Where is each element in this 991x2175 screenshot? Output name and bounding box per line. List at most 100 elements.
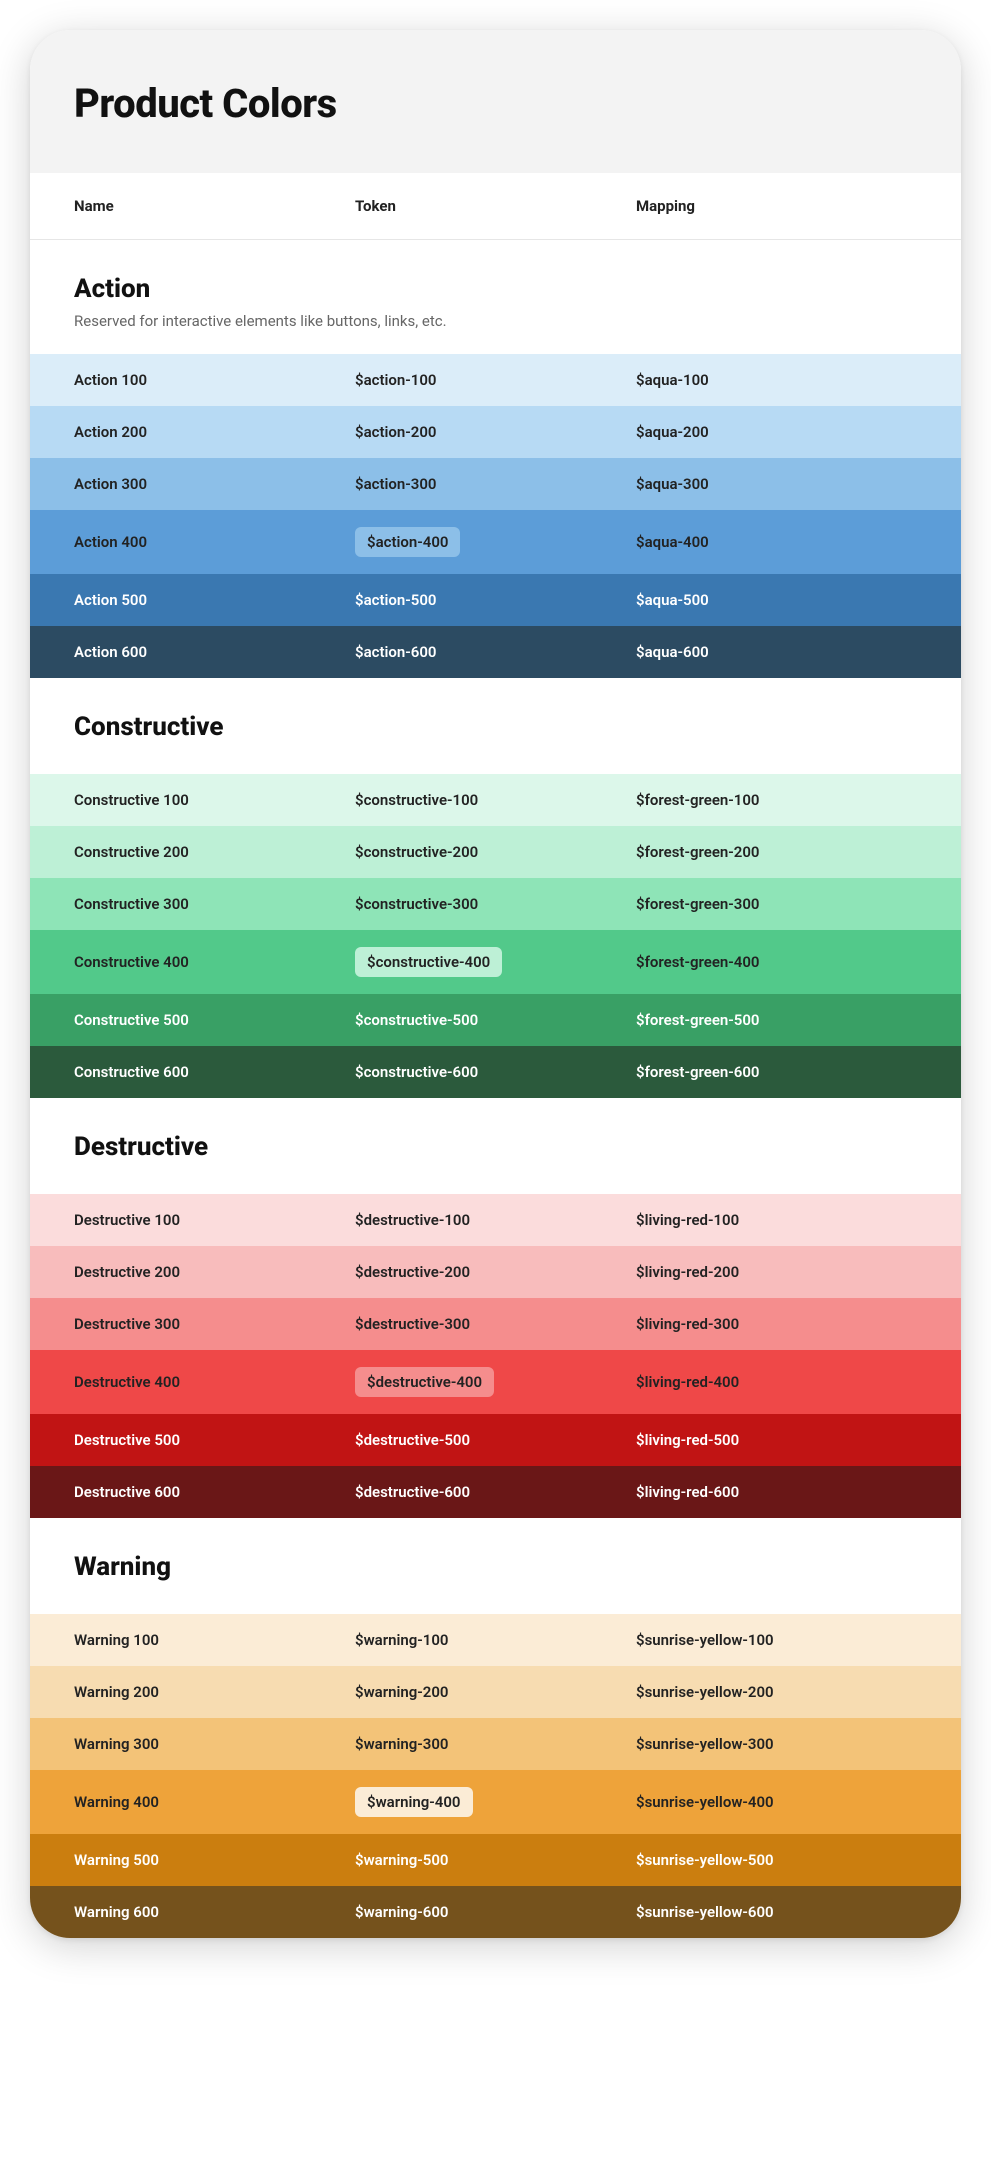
- swatch-token: $constructive-100: [355, 791, 636, 809]
- group-header: Constructive: [30, 678, 961, 774]
- color-swatch: Destructive 100$destructive-100 $living-r…: [30, 1194, 961, 1246]
- color-swatch: Warning 300$warning-300 $sunrise-yellow-3…: [30, 1718, 961, 1770]
- group-title: Action: [74, 274, 917, 304]
- group-header: Destructive: [30, 1098, 961, 1194]
- swatch-name: Warning 300: [74, 1735, 355, 1753]
- swatch-name: Action 200: [74, 423, 355, 441]
- swatch-token: $warning-500: [355, 1851, 636, 1869]
- color-swatch: Action 400$action-400 $aqua-400: [30, 510, 961, 574]
- swatch-mapping: $living-red-200: [636, 1263, 917, 1281]
- swatch-token: $action-400: [355, 527, 636, 557]
- swatch-token-text: $action-100: [355, 371, 436, 389]
- swatch-mapping: $aqua-200: [636, 423, 917, 441]
- swatch-token: $warning-300: [355, 1735, 636, 1753]
- swatch-token-text: $action-500: [355, 591, 436, 609]
- group-title: Destructive: [74, 1132, 917, 1162]
- swatch-token: $constructive-500: [355, 1011, 636, 1029]
- swatch-token-text: $destructive-100: [355, 1211, 470, 1229]
- swatch-name: Warning 600: [74, 1903, 355, 1921]
- swatch-name: Destructive 400: [74, 1373, 355, 1391]
- color-swatch: Destructive 400$destructive-400$living-r…: [30, 1350, 961, 1414]
- color-swatch: Warning 500$warning-500$sunrise-yellow-5…: [30, 1834, 961, 1886]
- swatch-mapping: $sunrise-yellow-500: [636, 1851, 917, 1869]
- color-swatch: Constructive 300$constructive-300$forest…: [30, 878, 961, 930]
- swatch-token-text: $destructive-400: [355, 1367, 494, 1397]
- swatch-token: $destructive-400: [355, 1367, 636, 1397]
- swatch-name: Action 300: [74, 475, 355, 493]
- swatch-token: $warning-100: [355, 1631, 636, 1649]
- color-group: ActionReserved for interactive elements …: [30, 240, 961, 678]
- swatch-token-text: $action-400: [355, 527, 460, 557]
- col-token: Token: [355, 197, 636, 215]
- swatch-token: $constructive-600: [355, 1063, 636, 1081]
- swatch-name: Warning 200: [74, 1683, 355, 1701]
- color-swatch: Action 200$action-200 $aqua-200: [30, 406, 961, 458]
- swatch-name: Warning 100: [74, 1631, 355, 1649]
- swatch-name: Constructive 100: [74, 791, 355, 809]
- swatch-mapping: $living-red-500: [636, 1431, 917, 1449]
- color-swatch: Destructive 500$destructive-500$living-r…: [30, 1414, 961, 1466]
- color-swatch: Constructive 400$constructive-400$forest…: [30, 930, 961, 994]
- color-swatch: Warning 200$warning-200$sunrise-yellow-2…: [30, 1666, 961, 1718]
- swatch-token: $action-100: [355, 371, 636, 389]
- color-group: Warning Warning 100$warning-100 $sunrise-y…: [30, 1518, 961, 1938]
- color-swatch: Constructive 100$constructive-100$forest…: [30, 774, 961, 826]
- color-swatch: Action 500$action-500$aqua-500: [30, 574, 961, 626]
- swatch-name: Action 400: [74, 533, 355, 551]
- swatch-token-text: $warning-600: [355, 1903, 449, 1921]
- column-headers: Name Token Mapping: [30, 173, 961, 240]
- swatch-token: $destructive-600: [355, 1483, 636, 1501]
- swatch-mapping: $aqua-100: [636, 371, 917, 389]
- color-swatch: Constructive 200$constructive-200$forest…: [30, 826, 961, 878]
- swatch-name: Constructive 600: [74, 1063, 355, 1081]
- swatch-name: Action 600: [74, 643, 355, 661]
- color-swatch: Constructive 600$constructive-600$forest…: [30, 1046, 961, 1098]
- swatch-token-text: $warning-300: [355, 1735, 449, 1753]
- swatch-mapping: $forest-green-300: [636, 895, 917, 913]
- swatch-token-text: $action-600: [355, 643, 436, 661]
- color-swatch: Destructive 600$destructive-600$living-r…: [30, 1466, 961, 1518]
- swatch-name: Destructive 600: [74, 1483, 355, 1501]
- swatch-token: $constructive-300: [355, 895, 636, 913]
- swatch-token: $warning-600: [355, 1903, 636, 1921]
- swatch-name: Constructive 400: [74, 953, 355, 971]
- swatch-mapping: $living-red-100: [636, 1211, 917, 1229]
- swatch-token: $action-300: [355, 475, 636, 493]
- swatch-token-text: $destructive-200: [355, 1263, 470, 1281]
- hero: Product Colors: [30, 30, 961, 173]
- swatch-name: Destructive 200: [74, 1263, 355, 1281]
- swatch-token-text: $warning-500: [355, 1851, 449, 1869]
- swatch-mapping: $aqua-600: [636, 643, 917, 661]
- swatch-mapping: $living-red-300: [636, 1315, 917, 1333]
- swatch-mapping: $sunrise-yellow-600: [636, 1903, 917, 1921]
- color-swatch: Action 300$action-300$aqua-300: [30, 458, 961, 510]
- swatch-token-text: $warning-100: [355, 1631, 449, 1649]
- swatch-mapping: $living-red-600: [636, 1483, 917, 1501]
- swatch-name: Destructive 100: [74, 1211, 355, 1229]
- col-mapping: Mapping: [636, 197, 917, 215]
- swatch-name: Destructive 500: [74, 1431, 355, 1449]
- product-colors-card: Product Colors Name Token Mapping Action…: [30, 30, 961, 1938]
- color-swatch: Warning 100$warning-100 $sunrise-yellow-1…: [30, 1614, 961, 1666]
- swatch-token: $constructive-400: [355, 947, 636, 977]
- color-swatch: Action 100$action-100 $aqua-100: [30, 354, 961, 406]
- swatch-token-text: $warning-400: [355, 1787, 473, 1817]
- swatch-mapping: $sunrise-yellow-300: [636, 1735, 917, 1753]
- swatch-token-text: $constructive-600: [355, 1063, 478, 1081]
- swatch-mapping: $aqua-500: [636, 591, 917, 609]
- swatch-token: $destructive-500: [355, 1431, 636, 1449]
- swatch-name: Action 100: [74, 371, 355, 389]
- swatch-mapping: $sunrise-yellow-100: [636, 1631, 917, 1649]
- swatch-token-text: $action-200: [355, 423, 436, 441]
- color-swatch: Destructive 200$destructive-200 $living-r…: [30, 1246, 961, 1298]
- swatch-token: $action-600: [355, 643, 636, 661]
- swatch-token-text: $warning-200: [355, 1683, 449, 1701]
- group-title: Warning: [74, 1552, 917, 1582]
- swatch-token-text: $action-300: [355, 475, 436, 493]
- color-swatch: Warning 600$warning-600 $sunrise-yellow-6…: [30, 1886, 961, 1938]
- swatch-token-text: $constructive-200: [355, 843, 478, 861]
- swatch-name: Constructive 500: [74, 1011, 355, 1029]
- swatch-mapping: $forest-green-100: [636, 791, 917, 809]
- swatch-mapping: $aqua-400: [636, 533, 917, 551]
- group-header: Warning: [30, 1518, 961, 1614]
